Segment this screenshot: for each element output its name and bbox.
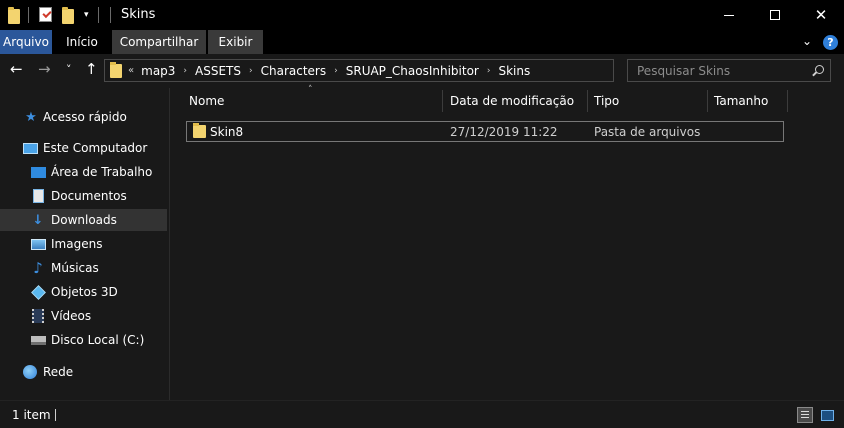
- videos-icon: [30, 309, 46, 323]
- back-button[interactable]: ←: [10, 62, 23, 77]
- sidebar-item-label: Disco Local (C:): [51, 333, 145, 347]
- documents-icon: [30, 189, 46, 203]
- sidebar-item-imagens[interactable]: Imagens: [0, 233, 167, 255]
- status-bar: 1 item: [0, 400, 844, 428]
- breadcrumb-separator[interactable]: ›: [183, 66, 187, 76]
- drive-icon: [30, 333, 46, 347]
- tab-exibir[interactable]: Exibir: [208, 30, 263, 54]
- breadcrumb-map3[interactable]: map3: [141, 64, 175, 78]
- sidebar-item-label: Imagens: [51, 237, 103, 251]
- sidebar-item-label: Este Computador: [43, 141, 148, 155]
- sidebar-item-area-de-trabalho[interactable]: Área de Trabalho: [0, 161, 167, 183]
- download-icon: ↓: [32, 212, 44, 228]
- navigation-pane: ★ Acesso rápido Este Computador Área de …: [0, 88, 170, 400]
- column-header-modified[interactable]: Data de modificação: [444, 88, 587, 114]
- table-row[interactable]: Skin8 27/12/2019 11:22 Pasta de arquivos: [186, 121, 784, 142]
- breadcrumb-overflow[interactable]: «: [128, 65, 134, 76]
- sidebar-item-este-computador[interactable]: Este Computador: [0, 137, 167, 159]
- tab-inicio[interactable]: Início: [56, 30, 108, 54]
- pictures-icon: [30, 237, 46, 251]
- sidebar-item-label: Músicas: [51, 261, 99, 275]
- minimize-button[interactable]: [706, 0, 752, 30]
- search-icon[interactable]: [815, 65, 824, 74]
- sidebar-item-label: Vídeos: [51, 309, 92, 323]
- breadcrumb-separator[interactable]: ›: [334, 66, 338, 76]
- customize-quick-access-icon[interactable]: ▾: [84, 10, 89, 20]
- expand-ribbon-icon[interactable]: ⌄: [802, 34, 812, 48]
- title-bar: ▾ Skins ✕: [0, 0, 844, 30]
- status-divider: [55, 409, 56, 421]
- sidebar-item-rede[interactable]: Rede: [0, 361, 167, 383]
- item-count: 1 item: [12, 408, 51, 422]
- help-icon[interactable]: ?: [823, 35, 838, 50]
- breadcrumb-assets[interactable]: ASSETS: [195, 64, 241, 78]
- forward-button[interactable]: →: [38, 62, 51, 77]
- search-input[interactable]: [637, 63, 807, 78]
- sidebar-item-label: Área de Trabalho: [51, 165, 153, 179]
- minimize-icon: [724, 14, 734, 16]
- title-divider: [98, 7, 99, 23]
- column-divider[interactable]: [442, 90, 443, 112]
- column-divider[interactable]: [787, 90, 788, 112]
- sidebar-item-label: Acesso rápido: [43, 110, 127, 124]
- quick-access-divider: [28, 7, 29, 23]
- sidebar-item-objetos-3d[interactable]: Objetos 3D: [0, 281, 167, 303]
- breadcrumb-skins[interactable]: Skins: [498, 64, 530, 78]
- column-header-size[interactable]: Tamanho: [708, 88, 788, 114]
- ribbon-tabs: Arquivo Início Compartilhar Exibir ⌄: [0, 30, 844, 54]
- sidebar-item-label: Documentos: [51, 189, 127, 203]
- window-title: Skins: [121, 7, 156, 22]
- star-icon: ★: [25, 109, 37, 125]
- sidebar-item-downloads[interactable]: ↓ Downloads: [0, 209, 167, 231]
- network-icon: [22, 365, 38, 379]
- title-divider-2: [110, 7, 111, 23]
- breadcrumb-sruap-chaosinhibitor[interactable]: SRUAP_ChaosInhibitor: [346, 64, 479, 78]
- navigation-bar: ← → ˅ ↑ « map3 › ASSETS › Characters › S…: [0, 54, 844, 88]
- up-button[interactable]: ↑: [85, 62, 98, 77]
- recent-locations-button[interactable]: ˅: [66, 64, 72, 75]
- sidebar-item-label: Objetos 3D: [51, 285, 118, 299]
- maximize-button[interactable]: [752, 0, 798, 30]
- sidebar-item-documentos[interactable]: Documentos: [0, 185, 167, 207]
- details-view-button[interactable]: [797, 407, 813, 423]
- file-list: ˄ Nome Data de modificação Tipo Tamanho …: [171, 85, 844, 400]
- computer-icon: [22, 141, 38, 155]
- tab-compartilhar[interactable]: Compartilhar: [112, 30, 206, 54]
- sidebar-item-disco-local[interactable]: Disco Local (C:): [0, 329, 167, 351]
- breadcrumb-characters[interactable]: Characters: [261, 64, 327, 78]
- column-header-name[interactable]: Nome: [183, 88, 442, 114]
- folder-icon: [110, 61, 122, 78]
- breadcrumb: « map3 › ASSETS › Characters › SRUAP_Cha…: [128, 64, 530, 78]
- file-modified: 27/12/2019 11:22: [450, 125, 558, 139]
- column-header-type[interactable]: Tipo: [588, 88, 707, 114]
- maximize-icon: [770, 10, 780, 20]
- sidebar-item-acesso-rapido[interactable]: ★ Acesso rápido: [0, 106, 167, 128]
- breadcrumb-separator[interactable]: ›: [487, 66, 491, 76]
- tab-arquivo[interactable]: Arquivo: [0, 30, 52, 54]
- sidebar-item-label: Rede: [43, 365, 74, 379]
- search-box: [627, 59, 831, 82]
- sidebar-item-videos[interactable]: Vídeos: [0, 305, 167, 327]
- folder-icon: [193, 123, 206, 138]
- sidebar-item-musicas[interactable]: ♪ Músicas: [0, 257, 167, 279]
- music-icon: ♪: [33, 258, 43, 277]
- file-type: Pasta de arquivos: [594, 125, 701, 139]
- address-bar[interactable]: « map3 › ASSETS › Characters › SRUAP_Cha…: [104, 59, 614, 82]
- close-icon: ✕: [814, 5, 828, 24]
- sidebar-item-label: Downloads: [51, 213, 117, 227]
- desktop-icon: [30, 165, 46, 179]
- large-icons-view-button[interactable]: [819, 407, 835, 423]
- breadcrumb-separator[interactable]: ›: [249, 66, 253, 76]
- close-button[interactable]: ✕: [798, 0, 844, 30]
- file-name: Skin8: [210, 125, 244, 139]
- objects-3d-icon: [30, 284, 46, 300]
